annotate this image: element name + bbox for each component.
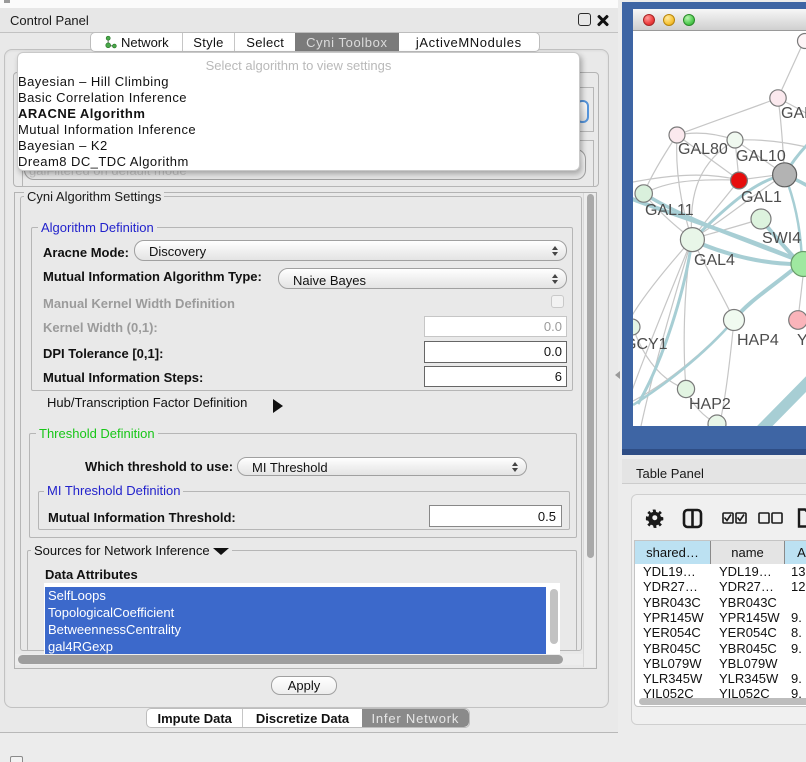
svg-text:GCY1: GCY1 (633, 336, 668, 353)
svg-text:GAL7: GAL7 (781, 105, 806, 122)
svg-text:GAL1: GAL1 (741, 189, 782, 206)
svg-text:HAP2: HAP2 (689, 396, 731, 413)
svg-text:SWI4: SWI4 (762, 230, 801, 247)
svg-text:GAL4: GAL4 (694, 252, 735, 269)
svg-text:GAL11: GAL11 (645, 202, 694, 219)
svg-text:GAL80: GAL80 (678, 141, 728, 158)
svg-text:HAP4: HAP4 (737, 332, 779, 349)
svg-text:YMR2: YMR2 (797, 332, 806, 349)
svg-text:GAL10: GAL10 (736, 148, 786, 165)
